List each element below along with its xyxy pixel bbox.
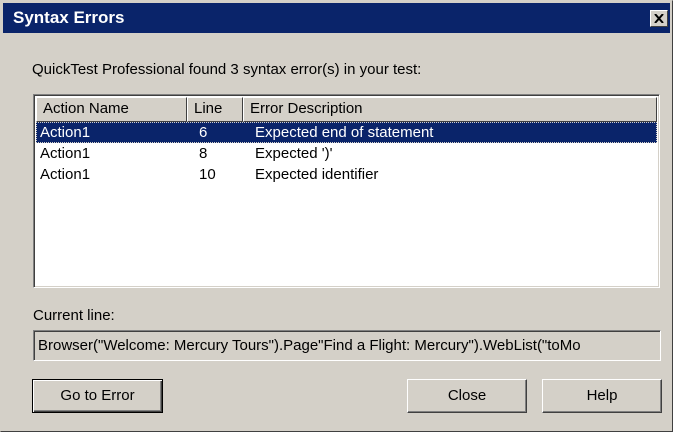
cell-action-name: Action1: [40, 166, 91, 183]
title-bar[interactable]: Syntax Errors: [3, 3, 670, 33]
current-line-field[interactable]: Browser("Welcome: Mercury Tours").Page"F…: [33, 330, 661, 361]
table-row[interactable]: Action1 10 Expected identifier: [36, 164, 657, 185]
syntax-errors-dialog: Syntax Errors QuickTest Professional fou…: [0, 0, 673, 432]
dialog-title: Syntax Errors: [13, 8, 125, 27]
column-header-line[interactable]: Line: [187, 97, 243, 122]
table-row[interactable]: Action1 6 Expected end of statement: [36, 122, 657, 143]
cell-line: 6: [199, 124, 208, 141]
cell-error-description: Expected end of statement: [255, 124, 434, 141]
close-icon: [654, 14, 664, 23]
cell-action-name: Action1: [40, 145, 91, 162]
cell-line: 8: [199, 145, 208, 162]
go-to-error-button[interactable]: Go to Error: [32, 379, 163, 413]
cell-line: 10: [199, 166, 216, 183]
cell-action-name: Action1: [40, 124, 91, 141]
column-header-action-name[interactable]: Action Name: [36, 97, 187, 122]
close-window-button[interactable]: [650, 10, 668, 27]
table-row[interactable]: Action1 8 Expected ')': [36, 143, 657, 164]
summary-text: QuickTest Professional found 3 syntax er…: [32, 61, 422, 78]
cell-error-description: Expected ')': [255, 145, 333, 162]
current-line-label: Current line:: [33, 307, 115, 324]
help-button[interactable]: Help: [542, 379, 662, 413]
list-header: Action Name Line Error Description: [36, 97, 657, 122]
list-body: Action1 6 Expected end of statement Acti…: [36, 122, 657, 285]
column-header-error-description[interactable]: Error Description: [243, 97, 657, 122]
cell-error-description: Expected identifier: [255, 166, 379, 183]
errors-list[interactable]: Action Name Line Error Description Actio…: [33, 94, 660, 288]
close-button[interactable]: Close: [407, 379, 527, 413]
